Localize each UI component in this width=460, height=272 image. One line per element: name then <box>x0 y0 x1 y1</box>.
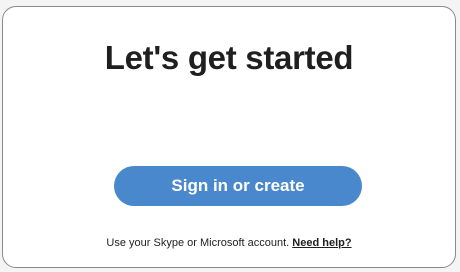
page-title: Let's get started <box>104 39 354 76</box>
account-footer: Use your Skype or Microsoft account. Nee… <box>3 237 455 249</box>
footer-text: Use your Skype or Microsoft account. <box>106 237 290 249</box>
need-help-link[interactable]: Need help? <box>292 237 351 249</box>
sign-in-or-create-button[interactable]: Sign in or create <box>114 166 362 206</box>
sign-in-card: Let's get started Sign in or create Use … <box>2 6 456 268</box>
